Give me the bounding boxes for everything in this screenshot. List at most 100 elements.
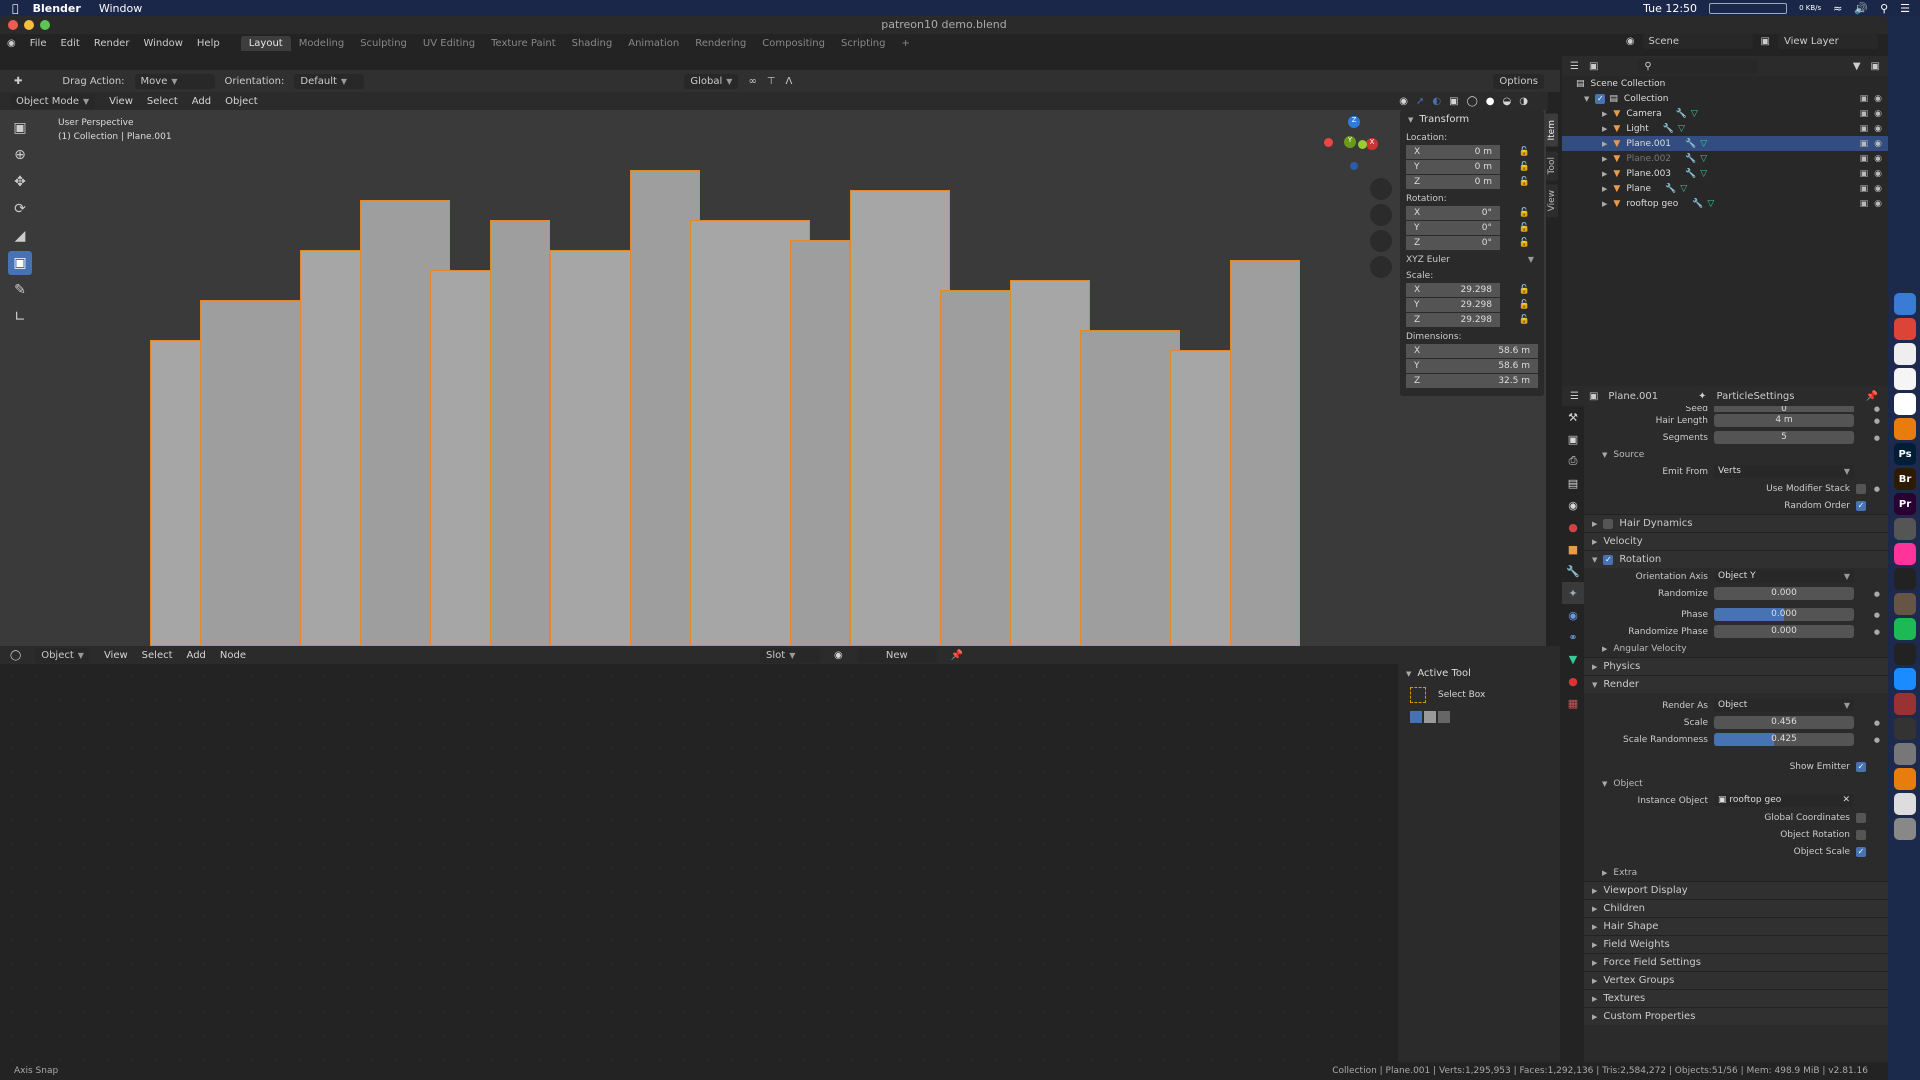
options-button[interactable]: Options	[1493, 73, 1544, 89]
wifi-icon[interactable]: ≈	[1833, 2, 1842, 15]
drag-action-select[interactable]: Move ▼	[134, 73, 215, 89]
tab-view[interactable]: View	[1546, 183, 1558, 218]
dock-reminders-icon[interactable]	[1894, 368, 1916, 390]
physics-tab-icon[interactable]: ◉	[1562, 604, 1584, 626]
world-tab-icon[interactable]: ●	[1562, 516, 1584, 538]
expand-triangle-icon[interactable]: ▶	[1602, 140, 1607, 148]
zoom-view-button[interactable]	[1370, 178, 1392, 200]
measure-icon[interactable]: ∟	[8, 305, 32, 329]
instance-object-field[interactable]: ▣ rooftop geo ✕	[1714, 794, 1854, 807]
keyframe-dot[interactable]: ●	[1874, 628, 1880, 636]
shader-type-select[interactable]: Object ▼	[35, 647, 90, 663]
dimensions-z-field[interactable]: Z 32.5 m	[1406, 374, 1538, 388]
gizmo-neg-y[interactable]	[1358, 140, 1367, 149]
panel-vertex-groups[interactable]: ▶ Vertex Groups	[1584, 971, 1888, 989]
scale-z-field[interactable]: Z 29.298 🔓	[1406, 313, 1530, 327]
velocity-panel[interactable]: ▶ Velocity	[1584, 532, 1888, 550]
particle-field[interactable]: 4 m	[1714, 414, 1854, 427]
dimensions-x-field[interactable]: X 58.6 m	[1406, 344, 1538, 358]
constraints-tab-icon[interactable]: ⚭	[1562, 626, 1584, 648]
clock[interactable]: Tue 12:50	[1643, 2, 1697, 15]
keyframe-dot[interactable]: ●	[1874, 485, 1880, 493]
location-x-field[interactable]: X 0 m 🔓	[1406, 145, 1530, 159]
slot-select[interactable]: Slot ▼	[760, 647, 821, 663]
menu-list-icon[interactable]: ☰	[1900, 2, 1910, 15]
navigation-gizmo[interactable]: Z Y X	[1320, 116, 1380, 176]
scene-selector[interactable]: Scene	[1642, 34, 1753, 49]
shading-wireframe-icon[interactable]: ◯	[1467, 96, 1478, 107]
dimensions-y-field[interactable]: Y 58.6 m	[1406, 359, 1538, 373]
blender-logo-icon[interactable]: ◉	[0, 38, 23, 49]
camera-render-icon[interactable]: ◉	[1874, 169, 1882, 179]
outliner-search-input[interactable]: ⚲	[1638, 58, 1759, 74]
tab-tool[interactable]: Tool	[1546, 150, 1558, 180]
tool-tab-icon[interactable]: ⚒	[1562, 406, 1584, 428]
add-workspace-button[interactable]: +	[893, 36, 917, 51]
randomize-phase-field[interactable]: 0.000	[1714, 625, 1854, 638]
tab-animation[interactable]: Animation	[620, 36, 687, 51]
tab-modeling[interactable]: Modeling	[291, 36, 353, 51]
scene-tab-icon[interactable]: ◉	[1562, 494, 1584, 516]
keyframe-dot[interactable]: ●	[1874, 719, 1880, 727]
camera-render-icon[interactable]: ◉	[1874, 184, 1882, 194]
transform-orientation-select[interactable]: Global ▼	[684, 73, 739, 89]
keyframe-dot[interactable]: ●	[1874, 736, 1880, 744]
mesh-data-icon[interactable]: ▽	[1678, 124, 1685, 134]
mesh-data-icon[interactable]: ▽	[1700, 169, 1707, 179]
monitor-icon[interactable]: ▣	[1860, 94, 1869, 104]
dock-app-store-icon[interactable]	[1894, 668, 1916, 690]
pin-icon[interactable]: 📌	[951, 650, 963, 661]
object-scale-checkbox[interactable]: ✓	[1856, 846, 1866, 857]
view-layer-selector[interactable]: View Layer	[1778, 34, 1878, 49]
use-modifier-stack-checkbox[interactable]	[1856, 483, 1866, 494]
scale-field[interactable]: 0.456	[1714, 716, 1854, 729]
transform-icon[interactable]: ▣	[8, 251, 32, 275]
view-layer-icon[interactable]: ▣	[1761, 36, 1770, 47]
scene-icon[interactable]: ◉	[1626, 36, 1635, 47]
mesh-data-icon[interactable]: ▽	[1691, 109, 1698, 119]
expand-triangle-icon[interactable]: ▶	[1602, 155, 1607, 163]
gizmo-y[interactable]: Y	[1344, 136, 1356, 148]
modifier-icon[interactable]: 🔧	[1685, 154, 1696, 164]
camera-render-icon[interactable]: ◉	[1874, 124, 1882, 134]
tab-item[interactable]: Item	[1546, 114, 1558, 147]
shading-material-icon[interactable]: ◒	[1503, 96, 1512, 107]
output-tab-icon[interactable]: ⎙	[1562, 450, 1584, 472]
scale-icon[interactable]: ◢	[8, 224, 32, 248]
panel-field-weights[interactable]: ▶ Field Weights	[1584, 935, 1888, 953]
camera-view-button[interactable]	[1370, 230, 1392, 252]
dock-blender-icon[interactable]	[1894, 768, 1916, 790]
data-tab-icon[interactable]: ▼	[1562, 648, 1584, 670]
monitor-icon[interactable]: ▣	[1860, 169, 1869, 179]
outliner-item[interactable]: ▶ ▼ Plane.002 🔧 ▽ ▣ ◉	[1562, 151, 1888, 166]
tab-rendering[interactable]: Rendering	[687, 36, 754, 51]
gizmo-z[interactable]: Z	[1348, 116, 1360, 128]
panel-force-field-settings[interactable]: ▶ Force Field Settings	[1584, 953, 1888, 971]
rotation-z-field[interactable]: Z 0° 🔓	[1406, 236, 1530, 250]
menu-file[interactable]: File	[23, 38, 54, 49]
node-menu-node[interactable]: Node	[220, 650, 246, 661]
tab-uv-editing[interactable]: UV Editing	[415, 36, 483, 51]
outliner-item[interactable]: ▶ ▼ Light 🔧 ▽ ▣ ◉	[1562, 121, 1888, 136]
context-object[interactable]: Plane.001	[1608, 391, 1658, 402]
modifier-tab-icon[interactable]: 🔧	[1562, 560, 1584, 582]
overlay-toggle-icon[interactable]: ◐	[1432, 96, 1441, 107]
outliner-item[interactable]: ▶ ▼ Plane.001 🔧 ▽ ▣ ◉	[1562, 136, 1888, 151]
dock-pr-icon[interactable]: Pr	[1894, 493, 1916, 515]
outliner-item[interactable]: ▶ ▼ Camera 🔧 ▽ ▣ ◉	[1562, 106, 1888, 121]
dock-chrome-icon[interactable]	[1894, 318, 1916, 340]
keyframe-dot[interactable]: ●	[1874, 611, 1880, 619]
lock-icon[interactable]: 🔓	[1519, 300, 1530, 310]
dock-calendar-icon[interactable]	[1894, 393, 1916, 415]
monitor-icon[interactable]: ▣	[1860, 124, 1869, 134]
scale-y-field[interactable]: Y 29.298 🔓	[1406, 298, 1530, 312]
display-mode-icon[interactable]: ☰	[1570, 61, 1579, 72]
mesh-data-icon[interactable]: ▽	[1700, 154, 1707, 164]
mode-select[interactable]: Object Mode ▼	[10, 93, 96, 109]
select-box-icon[interactable]: ▣	[8, 116, 32, 140]
camera-render-icon[interactable]: ◉	[1874, 139, 1882, 149]
expand-triangle-icon[interactable]: ▶	[1602, 125, 1607, 133]
modifier-icon[interactable]: 🔧	[1685, 139, 1696, 149]
hair-dynamics-panel[interactable]: ▶ Hair Dynamics	[1584, 514, 1888, 532]
monitor-icon[interactable]: ▣	[1860, 199, 1869, 209]
